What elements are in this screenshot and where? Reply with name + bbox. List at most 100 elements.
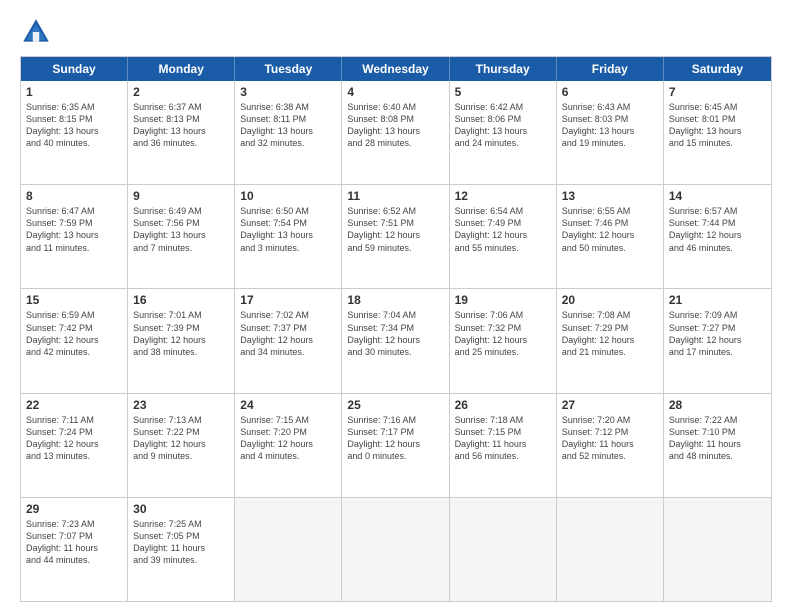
day-number: 7 [669,85,766,99]
header [20,16,772,48]
day-cell-6: 6 Sunrise: 6:43 AMSunset: 8:03 PMDaylight… [557,81,664,184]
calendar-row-4: 22 Sunrise: 7:11 AMSunset: 7:24 PMDayligh… [21,394,771,498]
calendar-row-1: 1 Sunrise: 6:35 AMSunset: 8:15 PMDaylight… [21,81,771,185]
day-cell-14: 14 Sunrise: 6:57 AMSunset: 7:44 PMDayligh… [664,185,771,288]
day-info: Sunrise: 6:40 AMSunset: 8:08 PMDaylight:… [347,101,443,150]
day-cell-17: 17 Sunrise: 7:02 AMSunset: 7:37 PMDayligh… [235,289,342,392]
day-cell-1: 1 Sunrise: 6:35 AMSunset: 8:15 PMDaylight… [21,81,128,184]
day-info: Sunrise: 6:50 AMSunset: 7:54 PMDaylight:… [240,205,336,254]
day-cell-29: 29 Sunrise: 7:23 AMSunset: 7:07 PMDayligh… [21,498,128,601]
header-day-thursday: Thursday [450,57,557,81]
day-cell-26: 26 Sunrise: 7:18 AMSunset: 7:15 PMDayligh… [450,394,557,497]
day-info: Sunrise: 6:54 AMSunset: 7:49 PMDaylight:… [455,205,551,254]
day-info: Sunrise: 7:23 AMSunset: 7:07 PMDaylight:… [26,518,122,567]
calendar-row-5: 29 Sunrise: 7:23 AMSunset: 7:07 PMDayligh… [21,498,771,601]
day-number: 16 [133,293,229,307]
day-info: Sunrise: 7:11 AMSunset: 7:24 PMDaylight:… [26,414,122,463]
day-cell-20: 20 Sunrise: 7:08 AMSunset: 7:29 PMDayligh… [557,289,664,392]
header-day-saturday: Saturday [664,57,771,81]
day-number: 13 [562,189,658,203]
page: SundayMondayTuesdayWednesdayThursdayFrid… [0,0,792,612]
day-info: Sunrise: 6:55 AMSunset: 7:46 PMDaylight:… [562,205,658,254]
logo-icon [20,16,52,48]
day-info: Sunrise: 7:04 AMSunset: 7:34 PMDaylight:… [347,309,443,358]
calendar: SundayMondayTuesdayWednesdayThursdayFrid… [20,56,772,602]
day-cell-13: 13 Sunrise: 6:55 AMSunset: 7:46 PMDayligh… [557,185,664,288]
day-cell-7: 7 Sunrise: 6:45 AMSunset: 8:01 PMDaylight… [664,81,771,184]
day-info: Sunrise: 6:45 AMSunset: 8:01 PMDaylight:… [669,101,766,150]
day-number: 8 [26,189,122,203]
calendar-row-2: 8 Sunrise: 6:47 AMSunset: 7:59 PMDaylight… [21,185,771,289]
day-number: 14 [669,189,766,203]
day-info: Sunrise: 7:02 AMSunset: 7:37 PMDaylight:… [240,309,336,358]
day-info: Sunrise: 6:38 AMSunset: 8:11 PMDaylight:… [240,101,336,150]
day-cell-27: 27 Sunrise: 7:20 AMSunset: 7:12 PMDayligh… [557,394,664,497]
calendar-body: 1 Sunrise: 6:35 AMSunset: 8:15 PMDaylight… [21,81,771,601]
empty-cell [342,498,449,601]
day-info: Sunrise: 6:59 AMSunset: 7:42 PMDaylight:… [26,309,122,358]
header-day-friday: Friday [557,57,664,81]
day-cell-12: 12 Sunrise: 6:54 AMSunset: 7:49 PMDayligh… [450,185,557,288]
day-info: Sunrise: 6:43 AMSunset: 8:03 PMDaylight:… [562,101,658,150]
day-cell-4: 4 Sunrise: 6:40 AMSunset: 8:08 PMDaylight… [342,81,449,184]
day-info: Sunrise: 7:22 AMSunset: 7:10 PMDaylight:… [669,414,766,463]
day-cell-25: 25 Sunrise: 7:16 AMSunset: 7:17 PMDayligh… [342,394,449,497]
day-number: 19 [455,293,551,307]
day-number: 22 [26,398,122,412]
day-info: Sunrise: 7:25 AMSunset: 7:05 PMDaylight:… [133,518,229,567]
day-cell-8: 8 Sunrise: 6:47 AMSunset: 7:59 PMDaylight… [21,185,128,288]
day-number: 15 [26,293,122,307]
day-cell-15: 15 Sunrise: 6:59 AMSunset: 7:42 PMDayligh… [21,289,128,392]
day-cell-19: 19 Sunrise: 7:06 AMSunset: 7:32 PMDayligh… [450,289,557,392]
day-info: Sunrise: 7:08 AMSunset: 7:29 PMDaylight:… [562,309,658,358]
day-number: 17 [240,293,336,307]
day-number: 5 [455,85,551,99]
day-number: 1 [26,85,122,99]
day-info: Sunrise: 6:47 AMSunset: 7:59 PMDaylight:… [26,205,122,254]
day-number: 24 [240,398,336,412]
day-cell-21: 21 Sunrise: 7:09 AMSunset: 7:27 PMDayligh… [664,289,771,392]
day-info: Sunrise: 6:57 AMSunset: 7:44 PMDaylight:… [669,205,766,254]
day-info: Sunrise: 7:13 AMSunset: 7:22 PMDaylight:… [133,414,229,463]
day-number: 27 [562,398,658,412]
day-cell-23: 23 Sunrise: 7:13 AMSunset: 7:22 PMDayligh… [128,394,235,497]
empty-cell [450,498,557,601]
day-info: Sunrise: 6:42 AMSunset: 8:06 PMDaylight:… [455,101,551,150]
day-info: Sunrise: 7:20 AMSunset: 7:12 PMDaylight:… [562,414,658,463]
day-info: Sunrise: 7:18 AMSunset: 7:15 PMDaylight:… [455,414,551,463]
day-cell-10: 10Sunrise: 6:50 AMSunset: 7:54 PMDayligh… [235,185,342,288]
header-day-sunday: Sunday [21,57,128,81]
day-number: 28 [669,398,766,412]
day-number: 26 [455,398,551,412]
day-cell-5: 5 Sunrise: 6:42 AMSunset: 8:06 PMDaylight… [450,81,557,184]
day-number: 12 [455,189,551,203]
day-cell-30: 30Sunrise: 7:25 AMSunset: 7:05 PMDayligh… [128,498,235,601]
day-number: 20 [562,293,658,307]
day-number: 2 [133,85,229,99]
logo [20,16,56,48]
calendar-header: SundayMondayTuesdayWednesdayThursdayFrid… [21,57,771,81]
day-cell-22: 22 Sunrise: 7:11 AMSunset: 7:24 PMDayligh… [21,394,128,497]
day-number: 23 [133,398,229,412]
day-info: Sunrise: 6:49 AMSunset: 7:56 PMDaylight:… [133,205,229,254]
header-day-monday: Monday [128,57,235,81]
day-cell-11: 11 Sunrise: 6:52 AMSunset: 7:51 PMDayligh… [342,185,449,288]
day-cell-28: 28 Sunrise: 7:22 AMSunset: 7:10 PMDayligh… [664,394,771,497]
day-info: Sunrise: 6:52 AMSunset: 7:51 PMDaylight:… [347,205,443,254]
day-number: 4 [347,85,443,99]
day-number: 29 [26,502,122,516]
day-info: Sunrise: 6:35 AMSunset: 8:15 PMDaylight:… [26,101,122,150]
day-info: Sunrise: 7:09 AMSunset: 7:27 PMDaylight:… [669,309,766,358]
empty-cell [664,498,771,601]
day-number: 6 [562,85,658,99]
day-cell-16: 16Sunrise: 7:01 AMSunset: 7:39 PMDayligh… [128,289,235,392]
day-number: 25 [347,398,443,412]
day-info: Sunrise: 7:16 AMSunset: 7:17 PMDaylight:… [347,414,443,463]
day-cell-24: 24 Sunrise: 7:15 AMSunset: 7:20 PMDayligh… [235,394,342,497]
day-info: Sunrise: 7:06 AMSunset: 7:32 PMDaylight:… [455,309,551,358]
day-info: Sunrise: 7:15 AMSunset: 7:20 PMDaylight:… [240,414,336,463]
day-number: 21 [669,293,766,307]
day-cell-9: 9Sunrise: 6:49 AMSunset: 7:56 PMDaylight… [128,185,235,288]
day-number: 18 [347,293,443,307]
day-number: 11 [347,189,443,203]
